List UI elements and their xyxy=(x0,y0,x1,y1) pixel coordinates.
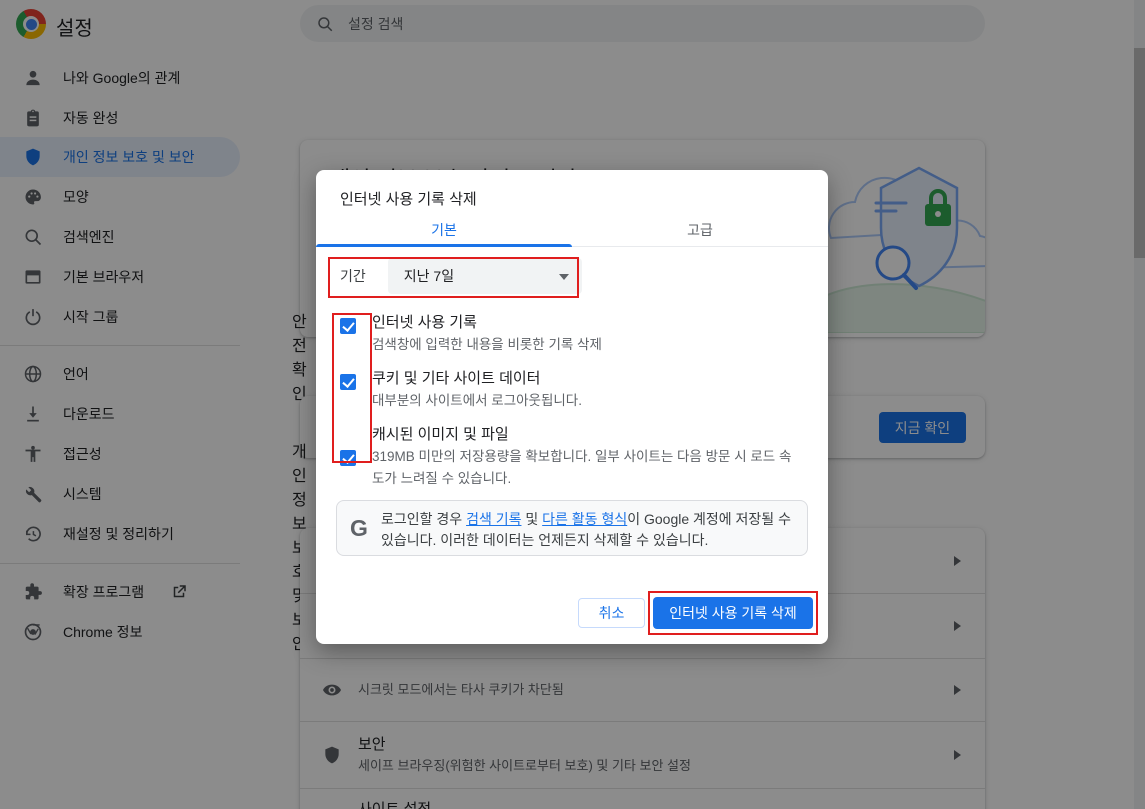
cached-images-checkbox[interactable] xyxy=(340,450,356,466)
tab-basic[interactable]: 기본 xyxy=(316,215,572,246)
time-range-label: 기간 xyxy=(340,266,366,286)
clear-data-button[interactable]: 인터넷 사용 기록 삭제 xyxy=(653,597,813,629)
chrome-settings-page: 설정 나와 Google의 관계 자동 완성 개인 정보 보호 및 보안 모양 xyxy=(0,0,1145,809)
other-activity-link[interactable]: 다른 활동 형식 xyxy=(542,511,627,527)
google-g-logo: G xyxy=(350,515,368,542)
search-history-link[interactable]: 검색 기록 xyxy=(466,511,521,527)
cookies-checkbox[interactable] xyxy=(340,374,356,390)
tab-advanced[interactable]: 고급 xyxy=(572,215,828,246)
cached-images-item: 캐시된 이미지 및 파일 319MB 미만의 저장용량을 확보합니다. 일부 사… xyxy=(340,424,804,490)
time-range-select[interactable]: 지난 7일 xyxy=(388,258,582,294)
cookies-item: 쿠키 및 기타 사이트 데이터 대부분의 사이트에서 로그아웃됩니다. xyxy=(340,368,804,412)
clear-browsing-data-dialog: 인터넷 사용 기록 삭제 기본 고급 기간 지난 7일 인터넷 사용 기록 검색… xyxy=(316,170,828,644)
time-range-value: 지난 7일 xyxy=(404,268,454,284)
cancel-button[interactable]: 취소 xyxy=(578,598,645,628)
dialog-title: 인터넷 사용 기록 삭제 xyxy=(340,188,477,209)
dialog-tabs: 기본 고급 xyxy=(316,215,828,247)
time-range-row: 기간 지난 7일 xyxy=(340,258,582,294)
dialog-buttons: 취소 인터넷 사용 기록 삭제 xyxy=(578,597,813,629)
browsing-history-item: 인터넷 사용 기록 검색창에 입력한 내용을 비롯한 기록 삭제 xyxy=(340,312,804,356)
browsing-history-checkbox[interactable] xyxy=(340,318,356,334)
chevron-down-icon xyxy=(559,274,569,280)
google-account-notice: G 로그인할 경우 검색 기록 및 다른 활동 형식이 Google 계정에 저… xyxy=(336,500,808,556)
